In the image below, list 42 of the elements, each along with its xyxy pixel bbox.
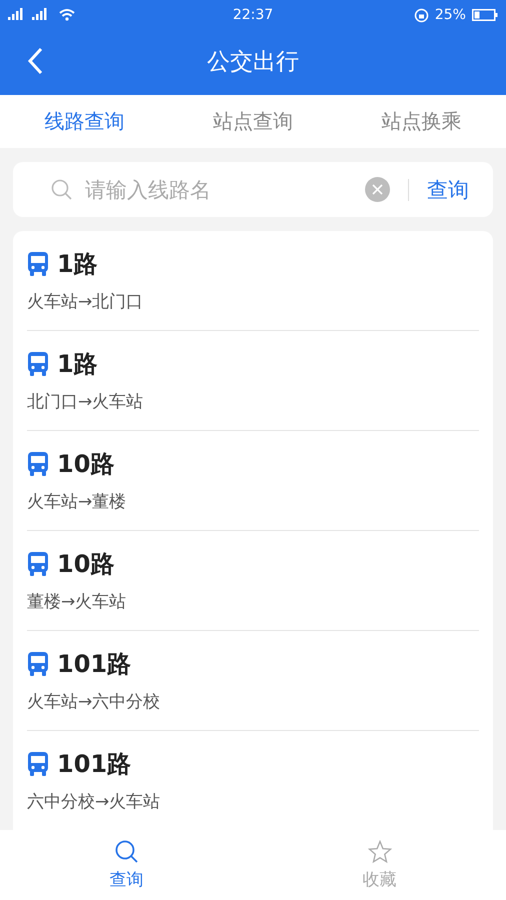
nav-item[interactable]: 收藏	[253, 830, 506, 900]
bus-icon	[27, 651, 49, 677]
route-direction: 北门口→火车站	[27, 391, 144, 413]
route-name: 101路	[57, 749, 132, 780]
clock-time: 22:37	[232, 7, 274, 23]
route-item[interactable]: 1路 火车站→北门口	[27, 231, 479, 331]
route-direction: 董楼→火车站	[27, 591, 128, 613]
battery-percent: 25%	[434, 7, 466, 23]
route-item[interactable]: 10路 火车站→董楼	[27, 431, 479, 531]
bus-icon	[27, 751, 49, 777]
battery-icon	[472, 9, 498, 21]
tab[interactable]: 线路查询	[0, 95, 169, 148]
bus-icon	[27, 351, 49, 377]
route-name: 101路	[57, 649, 132, 680]
route-item[interactable]: 10路 董楼→火车站	[27, 531, 479, 631]
route-name: 1路	[57, 249, 98, 280]
tab[interactable]: 站点查询	[168, 95, 338, 148]
route-name: 1路	[57, 349, 98, 380]
bus-icon	[27, 251, 49, 277]
rotation-lock-icon	[414, 8, 429, 22]
search-icon	[51, 178, 73, 200]
nav-label: 查询	[110, 868, 144, 890]
close-icon	[372, 184, 383, 195]
route-direction: 火车站→董楼	[27, 491, 128, 513]
tab[interactable]: 站点换乘	[337, 95, 506, 148]
bus-icon	[27, 551, 49, 577]
nav-label: 收藏	[362, 868, 396, 890]
route-direction: 六中分校→火车站	[27, 791, 162, 813]
route-direction: 火车站→六中分校	[27, 691, 162, 713]
search-field[interactable]: 请输入线路名 查询	[13, 162, 493, 217]
header-title: 公交出行	[207, 48, 299, 77]
route-name: 10路	[57, 549, 114, 580]
bus-icon	[27, 451, 49, 477]
route-item[interactable]: 101路 火车站→六中分校	[27, 631, 479, 731]
search-icon	[114, 840, 138, 864]
route-name: 10路	[57, 449, 114, 480]
route-item[interactable]: 1路 北门口→火车站	[27, 331, 479, 431]
back-icon	[27, 47, 43, 75]
route-direction: 火车站→北门口	[27, 291, 144, 313]
star-icon	[368, 840, 392, 864]
nav-item[interactable]: 查询	[0, 830, 253, 900]
search-button[interactable]: 查询	[427, 176, 469, 204]
